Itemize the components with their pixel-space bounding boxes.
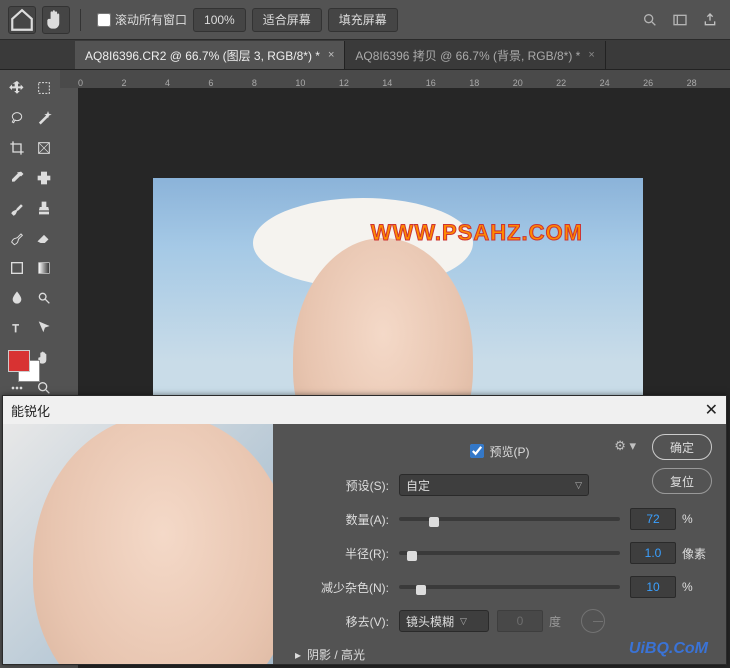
blur-tool[interactable] bbox=[4, 286, 29, 310]
foreground-color-swatch[interactable] bbox=[8, 350, 30, 372]
fit-screen-button[interactable]: 适合屏幕 bbox=[252, 8, 322, 32]
eraser-tool[interactable] bbox=[31, 226, 56, 250]
heal-tool[interactable] bbox=[31, 166, 56, 190]
scroll-all-windows-checkbox[interactable]: 滚动所有窗口 bbox=[97, 11, 187, 28]
preset-label: 预设(S): bbox=[291, 477, 399, 494]
horizontal-ruler: 0246810121416182022242628 bbox=[60, 70, 730, 88]
sharpen-dialog: 能锐化 ✕ ⚙ ▾ 确定 复位 预览(P) 预设(S): 自定▽ bbox=[2, 395, 727, 665]
home-button[interactable] bbox=[8, 6, 36, 34]
controls-pane: ⚙ ▾ 确定 复位 预览(P) 预设(S): 自定▽ 数量(A): 72 % bbox=[273, 424, 726, 664]
type-tool[interactable]: T bbox=[4, 316, 29, 340]
gear-icon[interactable]: ⚙ ▾ bbox=[614, 438, 636, 454]
shape-tool[interactable] bbox=[4, 256, 29, 280]
divider bbox=[80, 9, 81, 31]
eyedropper-tool[interactable] bbox=[4, 166, 29, 190]
history-brush-tool[interactable] bbox=[4, 226, 29, 250]
panel-icon[interactable] bbox=[668, 8, 692, 32]
magic-wand-tool[interactable] bbox=[31, 106, 56, 130]
marquee-tool[interactable] bbox=[31, 76, 56, 100]
preset-select[interactable]: 自定▽ bbox=[399, 474, 589, 496]
scroll-all-windows-label: 滚动所有窗口 bbox=[115, 11, 187, 28]
close-icon[interactable]: × bbox=[328, 49, 334, 61]
chevron-right-icon: ▸ bbox=[295, 648, 301, 662]
hand-tool-indicator[interactable] bbox=[42, 6, 70, 34]
close-icon[interactable]: ✕ bbox=[705, 400, 718, 420]
amount-input[interactable]: 72 bbox=[630, 508, 676, 530]
path-select-tool[interactable] bbox=[31, 316, 56, 340]
noise-slider[interactable] bbox=[399, 585, 620, 589]
tab-label: AQ8I6396.CR2 @ 66.7% (图层 3, RGB/8*) * bbox=[85, 47, 320, 64]
gradient-tool[interactable] bbox=[31, 256, 56, 280]
svg-text:T: T bbox=[12, 323, 19, 335]
document-tabbar: AQ8I6396.CR2 @ 66.7% (图层 3, RGB/8*) * × … bbox=[0, 40, 730, 70]
fill-screen-button[interactable]: 填充屏幕 bbox=[328, 8, 398, 32]
stamp-tool[interactable] bbox=[31, 196, 56, 220]
dialog-titlebar[interactable]: 能锐化 ✕ bbox=[3, 396, 726, 424]
radius-slider[interactable] bbox=[399, 551, 620, 555]
noise-unit: % bbox=[676, 580, 708, 594]
reset-button[interactable]: 复位 bbox=[652, 468, 712, 494]
noise-input[interactable]: 10 bbox=[630, 576, 676, 598]
amount-slider[interactable] bbox=[399, 517, 620, 521]
document-tab-inactive[interactable]: AQ8I6396 拷贝 @ 66.7% (背景, RGB/8*) * × bbox=[345, 41, 605, 69]
share-icon[interactable] bbox=[698, 8, 722, 32]
noise-label: 减少杂色(N): bbox=[291, 579, 399, 596]
close-icon[interactable]: × bbox=[588, 49, 594, 61]
move-tool[interactable] bbox=[4, 76, 29, 100]
remove-label: 移去(V): bbox=[291, 613, 399, 630]
options-bar: 滚动所有窗口 100% 适合屏幕 填充屏幕 bbox=[0, 0, 730, 40]
radius-label: 半径(R): bbox=[291, 545, 399, 562]
brush-tool[interactable] bbox=[4, 196, 29, 220]
amount-unit: % bbox=[676, 512, 708, 526]
angle-unit: 度 bbox=[543, 613, 575, 630]
radius-input[interactable]: 1.0 bbox=[630, 542, 676, 564]
document-tab-active[interactable]: AQ8I6396.CR2 @ 66.7% (图层 3, RGB/8*) * × bbox=[75, 41, 345, 69]
search-icon[interactable] bbox=[638, 8, 662, 32]
tab-label: AQ8I6396 拷贝 @ 66.7% (背景, RGB/8*) * bbox=[355, 47, 580, 64]
frame-tool[interactable] bbox=[31, 136, 56, 160]
remove-select[interactable]: 镜头模糊▽ bbox=[399, 610, 489, 632]
document-image: WWW.PSAHZ.COM bbox=[153, 178, 643, 408]
watermark-text: WWW.PSAHZ.COM bbox=[371, 220, 583, 246]
preview-label: 预览(P) bbox=[490, 443, 530, 460]
preview-face bbox=[33, 424, 273, 664]
crop-tool[interactable] bbox=[4, 136, 29, 160]
preview-pane[interactable] bbox=[3, 424, 273, 664]
dodge-tool[interactable] bbox=[31, 286, 56, 310]
dialog-title: 能锐化 bbox=[11, 401, 50, 420]
footer-watermark: UiBQ.CoM bbox=[629, 640, 708, 658]
zoom-level-button[interactable]: 100% bbox=[193, 8, 246, 32]
angle-dial[interactable] bbox=[581, 609, 605, 633]
preview-checkbox[interactable] bbox=[470, 444, 484, 458]
radius-unit: 像素 bbox=[676, 545, 708, 562]
amount-label: 数量(A): bbox=[291, 511, 399, 528]
angle-input: 0 bbox=[497, 610, 543, 632]
lasso-tool[interactable] bbox=[4, 106, 29, 130]
ok-button[interactable]: 确定 bbox=[652, 434, 712, 460]
